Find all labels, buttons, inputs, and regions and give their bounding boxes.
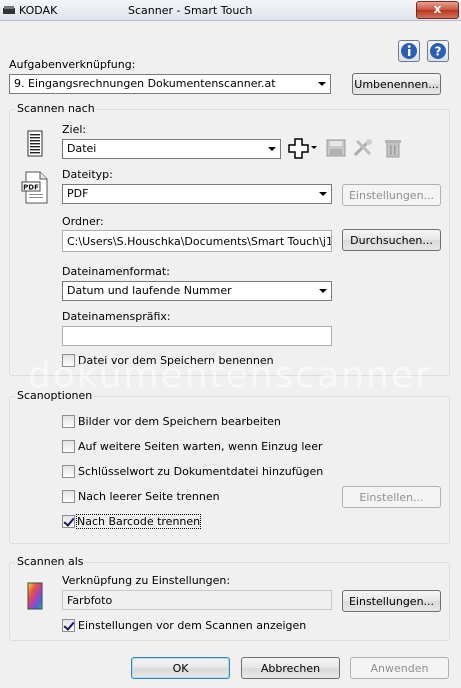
filename-prefix-label: Dateinamenspräfix: (62, 310, 171, 323)
filetype-settings-button[interactable]: Einstellungen... (342, 184, 441, 206)
add-target-button[interactable] (287, 137, 318, 159)
plus-icon (288, 138, 317, 159)
scanner-app-icon (3, 6, 15, 14)
filename-format-label: Dateinamenformat: (62, 265, 170, 278)
option-label-3[interactable]: Nach leerer Seite trennen (78, 490, 220, 503)
close-icon: x (433, 2, 442, 16)
cancel-button[interactable]: Abbrechen (241, 657, 340, 679)
chevron-down-icon (319, 289, 327, 293)
filetype-select[interactable]: PDF (62, 184, 332, 204)
name-before-save-checkbox[interactable] (62, 354, 75, 367)
folder-value: C:\Users\S.Houschka\Documents\Smart Touc… (67, 235, 331, 248)
ok-button[interactable]: OK (131, 657, 230, 679)
shortcut-label: Aufgabenverknüpfung: (9, 58, 136, 71)
filetype-label: Dateityp: (62, 168, 113, 181)
chevron-down-icon (318, 82, 326, 86)
show-before-scan-checkbox[interactable] (62, 619, 75, 632)
delete-target-button[interactable] (382, 137, 404, 159)
scan-as-link-field: Farbfoto (62, 590, 332, 610)
option-checkbox-2[interactable] (62, 465, 75, 478)
option-label-4[interactable]: Nach Barcode trennen (75, 514, 202, 529)
window-title: Scanner - Smart Touch (128, 4, 253, 17)
trash-icon (385, 140, 401, 158)
scan-as-settings-button[interactable]: Einstellungen... (342, 590, 441, 612)
target-value: Datei (67, 142, 97, 155)
option-label-1[interactable]: Auf weitere Seiten warten, wenn Einzug l… (78, 440, 323, 453)
folder-label: Ordner: (62, 215, 104, 228)
scan-as-link-label: Verknüpfung zu Einstellungen: (62, 574, 231, 587)
option-settings-button[interactable]: Einstellen... (342, 486, 441, 508)
filename-format-select[interactable]: Datum und laufende Nummer (62, 281, 332, 301)
edit-target-button[interactable] (325, 137, 347, 159)
option-checkbox-3[interactable] (62, 490, 75, 503)
scan-options-group-title: Scanoptionen (15, 389, 95, 402)
help-button[interactable]: ? (427, 40, 449, 62)
filetype-value: PDF (67, 187, 89, 200)
shortcut-value: 9. Eingangsrechnungen Dokumentenscanner.… (14, 77, 276, 90)
option-label-2[interactable]: Schlüsselwort zu Dokumentdatei hinzufüge… (78, 465, 323, 478)
tools-icon (353, 139, 372, 157)
option-checkbox-1[interactable] (62, 440, 75, 453)
pdf-file-icon: PDF (21, 171, 48, 204)
title-bar: KODAK Scanner - Smart Touch x (0, 0, 461, 21)
chevron-down-icon (319, 192, 327, 196)
apply-button[interactable]: Anwenden (350, 657, 449, 679)
filename-prefix-input[interactable] (62, 326, 332, 346)
disk-icon (326, 139, 346, 157)
option-checkbox-4[interactable] (62, 515, 75, 528)
scan-to-group-title: Scannen nach (15, 102, 97, 115)
svg-text:PDF: PDF (23, 184, 39, 192)
scan-as-link-value: Farbfoto (67, 594, 113, 607)
question-mark-icon: ? (430, 43, 446, 59)
shortcut-select[interactable]: 9. Eingangsrechnungen Dokumentenscanner.… (9, 74, 331, 94)
scan-as-group-title: Scannen als (15, 555, 86, 568)
target-label: Ziel: (62, 123, 87, 136)
tools-target-button[interactable] (352, 137, 374, 159)
filename-format-value: Datum und laufende Nummer (67, 284, 232, 297)
browse-button[interactable]: Durchsuchen... (342, 229, 441, 251)
close-button[interactable]: x (416, 1, 459, 19)
target-select[interactable]: Datei (62, 139, 281, 159)
rename-button[interactable]: Umbenennen... (352, 73, 441, 95)
chevron-down-icon (268, 147, 276, 151)
window-title-prefix: KODAK (19, 4, 58, 17)
option-checkbox-0[interactable] (62, 415, 75, 428)
name-before-save-label[interactable]: Datei vor dem Speichern benennen (78, 354, 274, 367)
svg-text:?: ? (435, 45, 442, 59)
info-icon (401, 43, 417, 59)
color-photo-icon (27, 582, 43, 610)
document-stack-icon (27, 130, 43, 157)
option-label-0[interactable]: Bilder vor dem Speichern bearbeiten (78, 415, 281, 428)
show-before-scan-label[interactable]: Einstellungen vor dem Scannen anzeigen (78, 619, 306, 632)
info-help-button[interactable] (398, 40, 420, 62)
folder-input[interactable]: C:\Users\S.Houschka\Documents\Smart Touc… (62, 230, 332, 252)
